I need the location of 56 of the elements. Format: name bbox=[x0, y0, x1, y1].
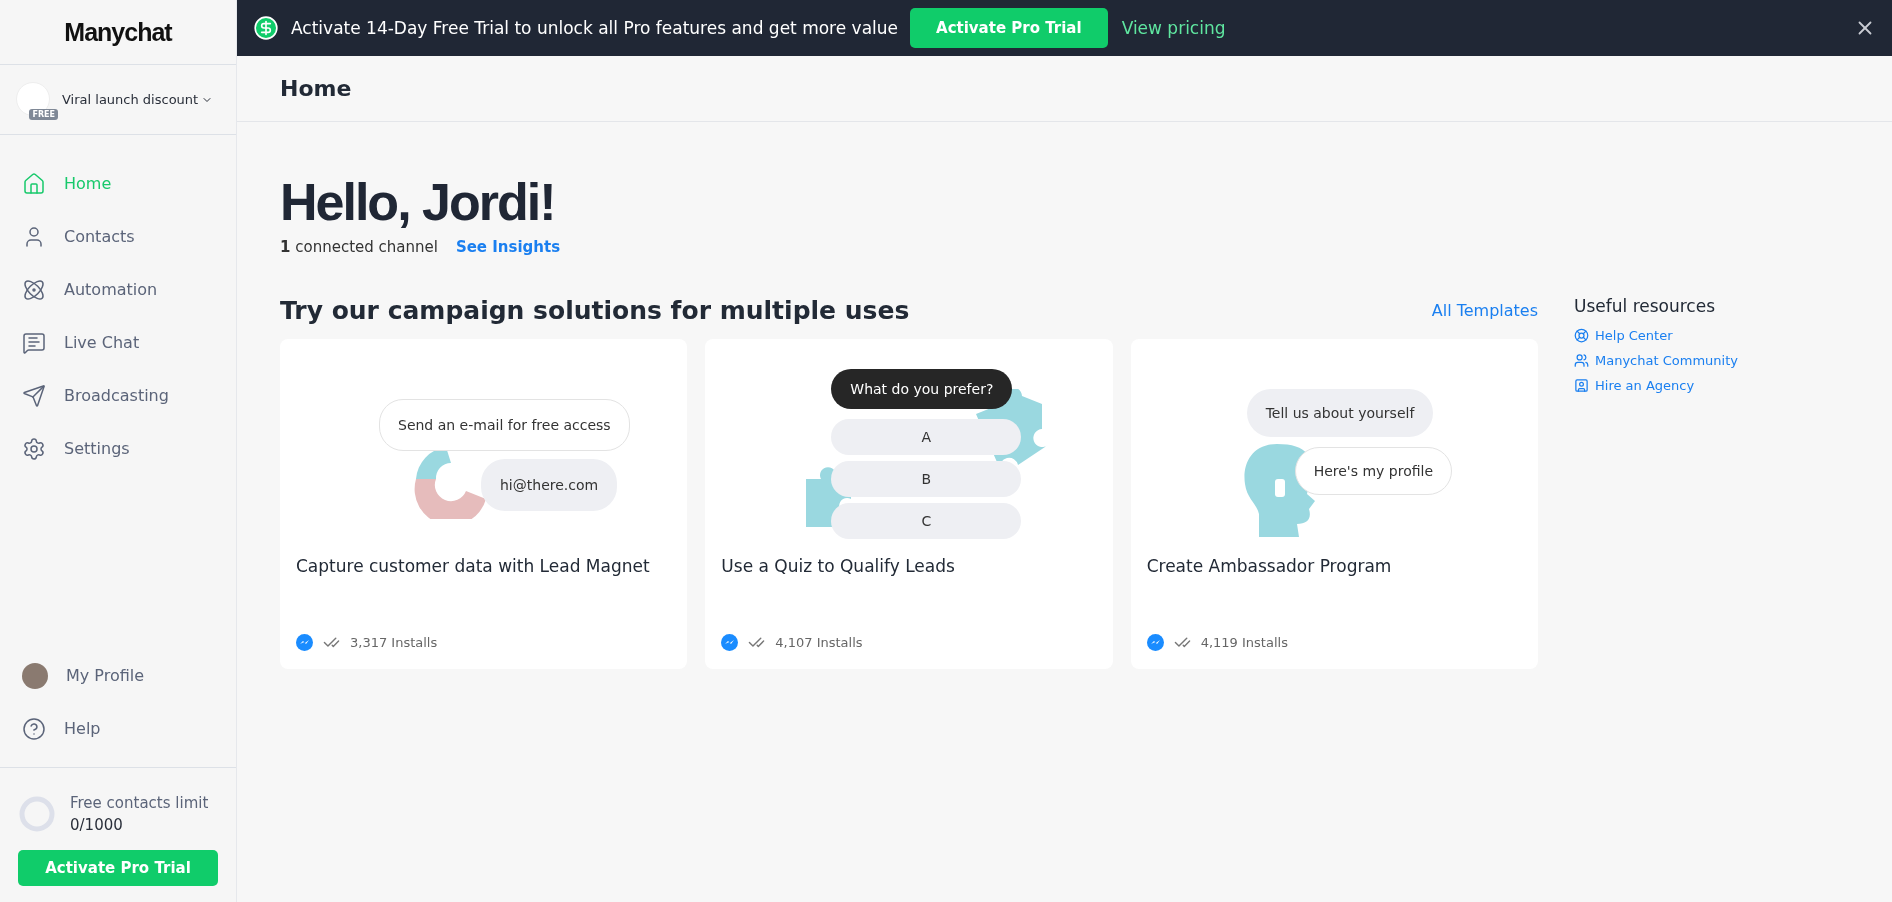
install-count: 3,317 Installs bbox=[350, 635, 438, 650]
chat-bubble: Here's my profile bbox=[1294, 447, 1453, 495]
question-bubble: What do you prefer? bbox=[831, 369, 1013, 409]
card-title: Capture customer data with Lead Magnet bbox=[296, 556, 651, 576]
atom-icon bbox=[22, 277, 46, 302]
chat-bubble-icon bbox=[22, 330, 46, 355]
nav-item[interactable]: Automation bbox=[0, 263, 236, 316]
limit-value: 0/1000 bbox=[70, 815, 124, 836]
answer-option: C bbox=[831, 503, 1022, 539]
nav-item[interactable]: Live Chat bbox=[0, 316, 236, 369]
card-title: Use a Quiz to Qualify Leads bbox=[721, 556, 956, 576]
home-icon bbox=[22, 171, 46, 196]
greeting-title: Hello, Jordi! bbox=[280, 172, 556, 233]
nav-item[interactable]: My Profile bbox=[0, 649, 236, 702]
resource-link[interactable]: Help Center bbox=[1574, 328, 1738, 343]
plan-badge: FREE bbox=[29, 108, 58, 120]
help-icon bbox=[22, 716, 46, 741]
resources-title: Useful resources bbox=[1574, 296, 1717, 316]
usage-ring bbox=[18, 795, 56, 833]
answer-option: A bbox=[831, 419, 1022, 455]
template-card[interactable]: Tell us about yourself Here's my profile Create Ambassador Program 4,119 Installs bbox=[1130, 339, 1538, 669]
profile-avatar bbox=[22, 662, 48, 689]
template-card[interactable]: Send an e-mail for free access hi@there.com Capture customer data with Lead Magnet 3,317 Installs bbox=[280, 339, 688, 669]
section-title: Try our campaign solutions for multiple uses bbox=[280, 296, 910, 325]
account-switcher[interactable]: Viral launch discount bbox=[62, 92, 214, 107]
id-card-icon bbox=[1574, 378, 1589, 393]
nav-item[interactable]: Settings bbox=[0, 422, 236, 475]
banner-text: Activate 14-Day Free Trial to unlock all Pro features and get more value bbox=[291, 18, 899, 38]
nav-item[interactable]: Contacts bbox=[0, 210, 236, 263]
answer-option: B bbox=[831, 461, 1022, 497]
chat-bubble: hi@there.com bbox=[481, 459, 618, 511]
lifebuoy-icon bbox=[1574, 328, 1589, 343]
chat-bubble: Send an e-mail for free access bbox=[379, 399, 630, 451]
all-templates-link[interactable]: All Templates bbox=[1431, 301, 1538, 320]
page-title: Home bbox=[237, 56, 1892, 122]
dollar-icon bbox=[253, 15, 279, 41]
nav-item[interactable]: Broadcasting bbox=[0, 369, 236, 422]
see-insights-link[interactable]: See Insights bbox=[455, 238, 561, 256]
messenger-icon bbox=[721, 634, 739, 651]
card-title: Create Ambassador Program bbox=[1146, 556, 1393, 576]
chat-bubble: Tell us about yourself bbox=[1246, 389, 1434, 437]
nav-item[interactable]: Help bbox=[0, 702, 236, 755]
limit-label: Free contacts limit bbox=[70, 793, 209, 814]
settings-icon bbox=[22, 436, 46, 461]
resource-link[interactable]: Hire an Agency bbox=[1574, 378, 1738, 393]
people-icon bbox=[1574, 353, 1589, 368]
channel-count: 1 connected channel bbox=[280, 238, 438, 256]
view-pricing-link[interactable]: View pricing bbox=[1121, 18, 1226, 38]
messenger-icon bbox=[296, 634, 313, 651]
resource-link[interactable]: Manychat Community bbox=[1574, 353, 1738, 368]
install-count: 4,107 Installs bbox=[775, 635, 863, 650]
template-card[interactable]: What do you prefer? A B C Use a Quiz to Qualify Leads 4,107 Installs bbox=[705, 339, 1113, 669]
install-count: 4,119 Installs bbox=[1200, 635, 1288, 650]
logo: Manychat bbox=[0, 0, 236, 65]
messenger-icon bbox=[1146, 634, 1164, 651]
paper-plane-icon bbox=[22, 383, 46, 408]
